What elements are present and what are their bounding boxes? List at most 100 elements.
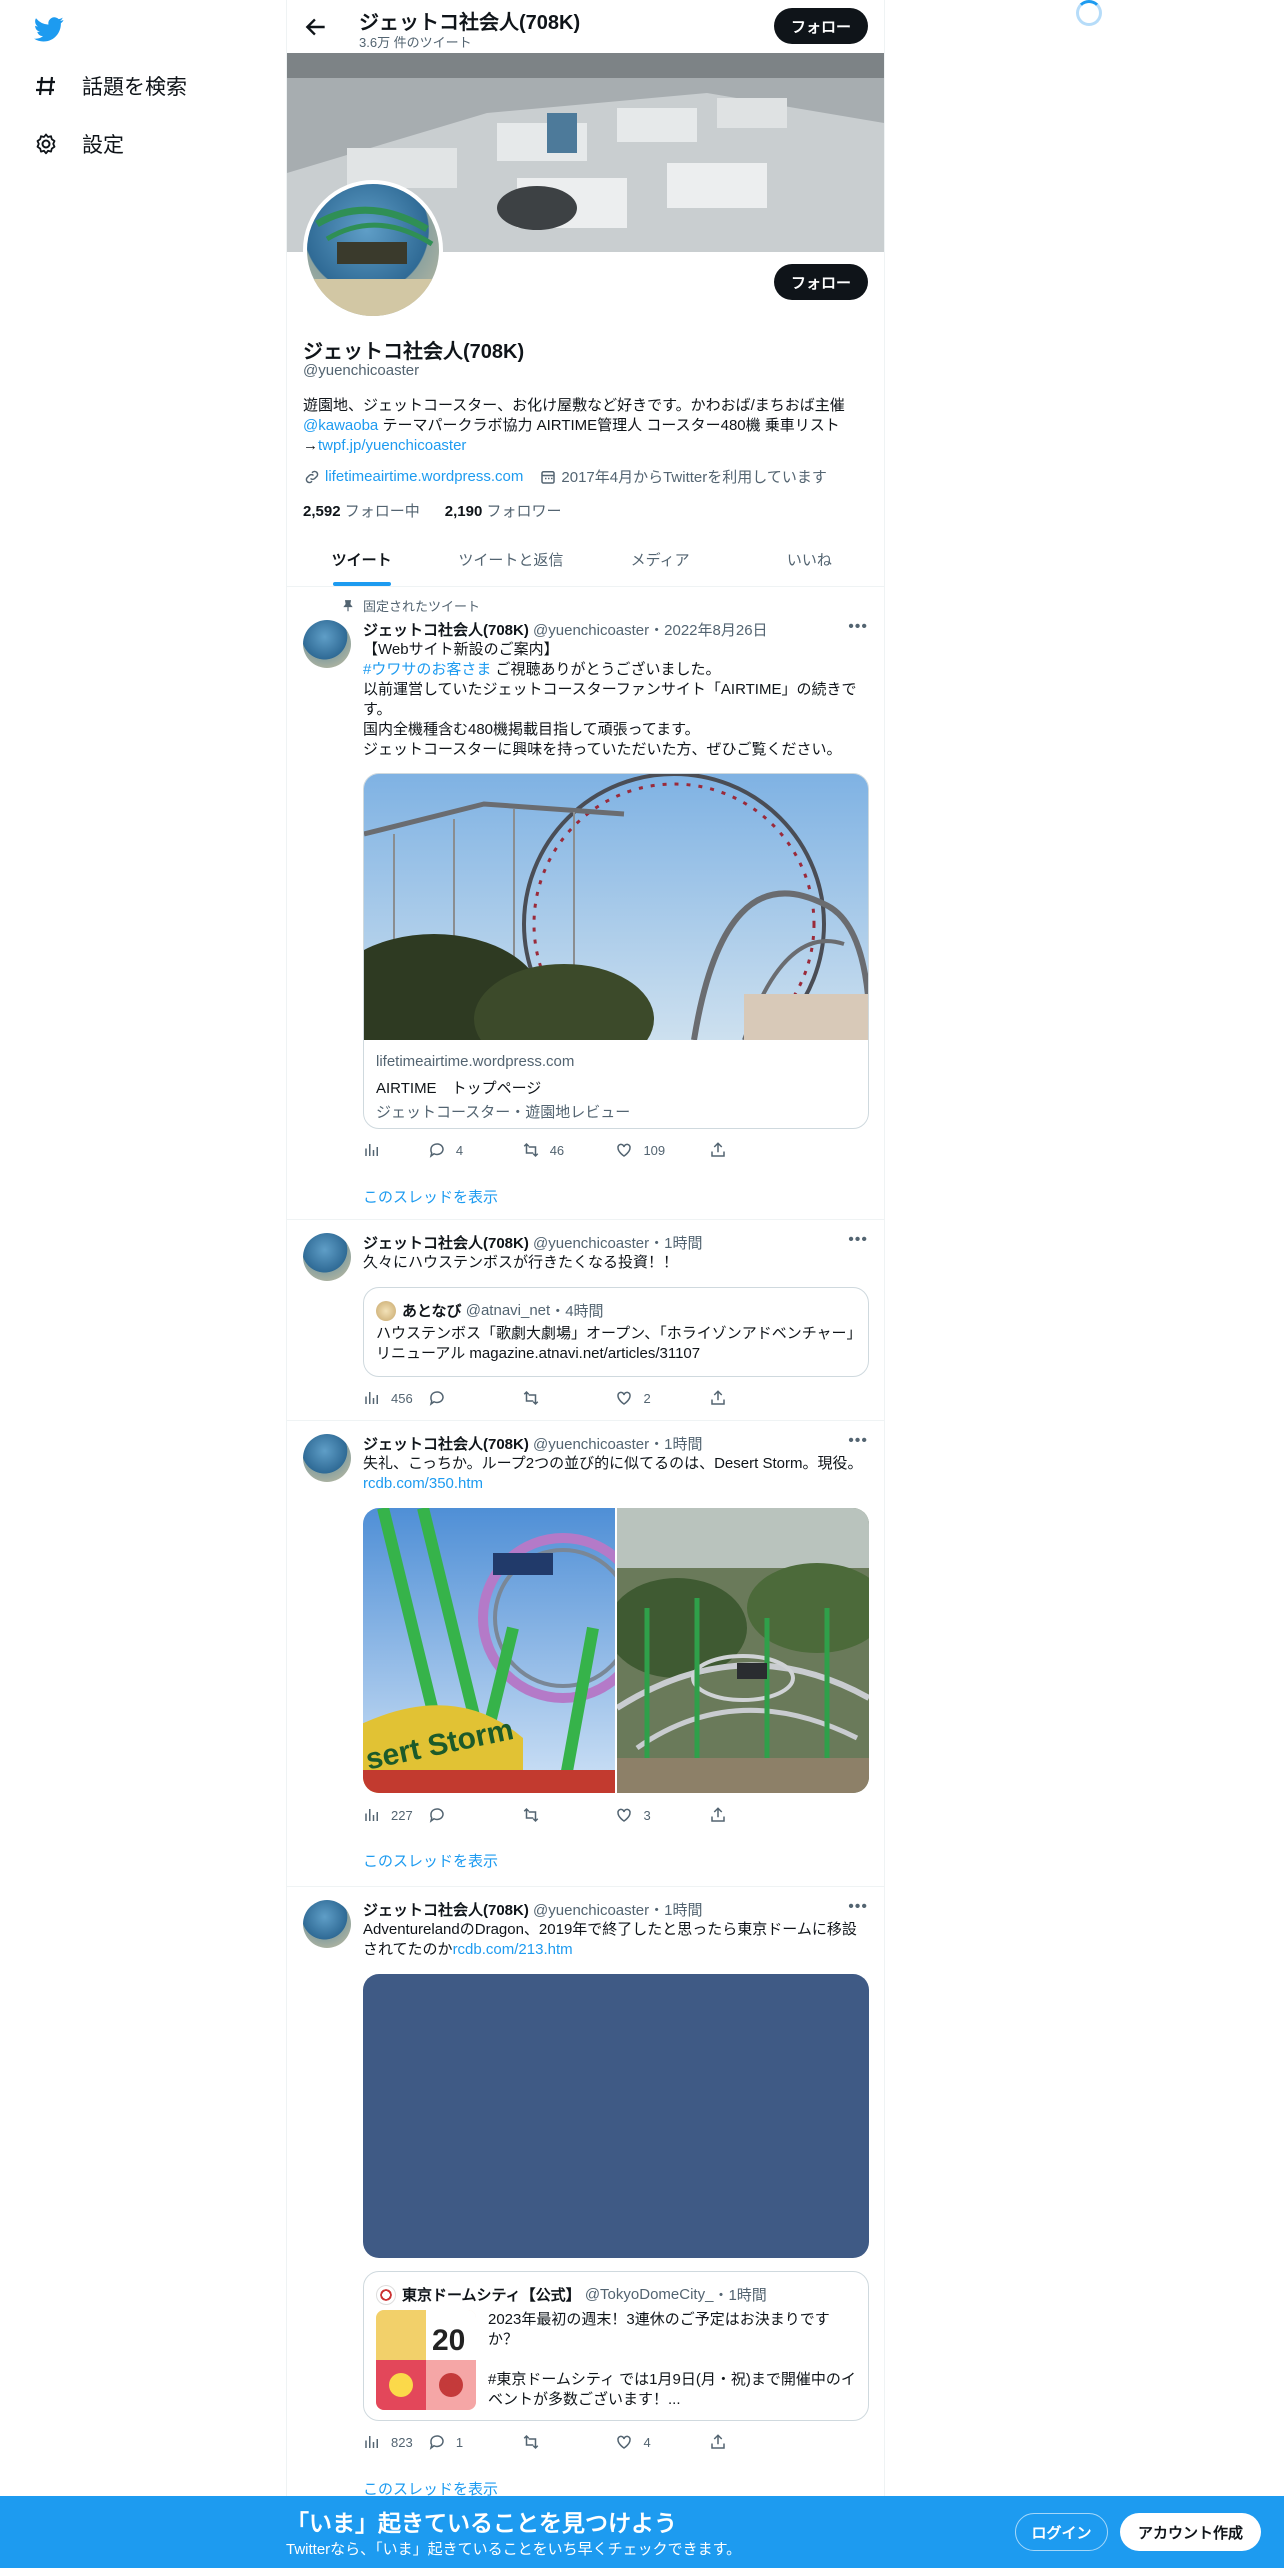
show-thread-link[interactable]: このスレッドを表示 [363, 1850, 498, 1871]
like-count: 109 [643, 1142, 666, 1158]
tweet-author-name[interactable]: ジェットコ社会人(708K) [363, 1235, 529, 1252]
tweet-link[interactable]: rcdb.com/350.htm [363, 1475, 483, 1492]
profile-bio: 遊園地、ジェットコースター、お化け屋敷など好きです。かわおば/まちおば主催 @k… [303, 396, 868, 456]
tweet-text-line: 国内全機種含む480機掲載目指して頑張ってます。 [363, 721, 700, 738]
bio-text: 遊園地、ジェットコースター、お化け屋敷など好きです。かわおば/まちおば主催 [303, 397, 845, 414]
profile-topbar: ジェットコ社会人(708K) 3.6万 件のツイート フォロー [287, 0, 884, 53]
more-options-icon[interactable]: ••• [848, 1231, 868, 1249]
tweet[interactable]: 固定されたツイート ジェットコ社会人(708K) @yuenchicoaster… [287, 588, 884, 1220]
share-icon [711, 1390, 725, 1405]
tweet-author-name[interactable]: ジェットコ社会人(708K) [363, 1436, 529, 1453]
retweet-button[interactable]: 46 [522, 1141, 616, 1159]
views-button[interactable]: 227 [363, 1806, 428, 1824]
share-button[interactable] [709, 1389, 803, 1407]
tweet-author-handle[interactable]: @yuenchicoaster [533, 622, 649, 639]
bio-text: テーマパークラボ協力 AIRTIME管理人 コースター480機 乗車リスト [378, 417, 840, 434]
link-card[interactable]: lifetimeairtime.wordpress.com AIRTIME トッ… [363, 773, 869, 1129]
reply-icon [429, 2435, 444, 2450]
more-options-icon[interactable]: ••• [848, 618, 868, 636]
reply-count: 4 [455, 1142, 464, 1158]
quote-tweet[interactable]: 東京ドームシティ【公式】 @TokyoDomeCity_ ・1時間 20 2023… [363, 2271, 869, 2421]
retweet-button[interactable] [522, 2433, 616, 2451]
tweet-text-line: 以前運営していたジェットコースターファンサイト「AIRTIME」の続きです。 [363, 681, 857, 718]
share-icon [711, 1807, 725, 1822]
profile-follow-button[interactable]: フォロー [774, 264, 868, 300]
reply-button[interactable] [428, 1806, 522, 1824]
like-button[interactable]: 2 [615, 1389, 709, 1407]
tweet-time[interactable]: ・1時間 [649, 1902, 702, 1919]
bio-mention-link[interactable]: @kawaoba [303, 417, 378, 434]
tweet-author-handle[interactable]: @yuenchicoaster [533, 1902, 649, 1919]
show-thread-link[interactable]: このスレッドを表示 [363, 1186, 498, 1207]
tweet-header: ジェットコ社会人(708K) @yuenchicoaster・2022年8月26… [363, 619, 768, 640]
back-arrow-icon[interactable] [303, 14, 329, 40]
desert-storm-photo[interactable]: sert Storm [363, 1508, 615, 1793]
nav-settings[interactable]: 設定 [32, 124, 124, 164]
tweet[interactable]: ジェットコ社会人(708K) @yuenchicoaster・1時間 ••• A… [287, 1888, 884, 2498]
reply-button[interactable]: 1 [428, 2433, 522, 2451]
tweet-text: 久々にハウステンボスが行きたくなる投資！！ [363, 1254, 679, 1271]
more-options-icon[interactable]: ••• [848, 1898, 868, 1916]
share-button[interactable] [709, 2433, 803, 2451]
quote-author-name: あとなび [402, 1303, 462, 1320]
tab-media[interactable]: メディア [586, 533, 735, 586]
reply-button[interactable] [428, 1389, 522, 1407]
quote-tweet[interactable]: あとなび @atnavi_net ・4時間 ハウステンボス「歌劇大劇場」オープン、… [363, 1287, 869, 1377]
profile-avatar[interactable] [303, 180, 443, 320]
views-button[interactable]: 456 [363, 1389, 428, 1407]
hashtag-link[interactable]: #ウワサのお客さま [363, 661, 491, 678]
coaster-overview-photo[interactable] [617, 1508, 869, 1793]
bio-link[interactable]: twpf.jp/yuenchicoaster [318, 437, 466, 454]
tweet-author-name[interactable]: ジェットコ社会人(708K) [363, 1902, 529, 1919]
website-link[interactable]: lifetimeairtime.wordpress.com [325, 468, 523, 485]
tab-likes[interactable]: いいね [735, 533, 884, 586]
tweet-time[interactable]: ・2022年8月26日 [649, 622, 767, 639]
following-count: 2,592 [303, 503, 341, 520]
retweet-button[interactable] [522, 1389, 616, 1407]
views-button[interactable] [363, 1141, 428, 1159]
tweet-photo-grid[interactable]: sert Storm [363, 1508, 869, 1793]
twitter-logo-icon[interactable] [32, 14, 66, 44]
nav-explore-label: 話題を検索 [82, 76, 187, 99]
quote-thumbnail: 20 [376, 2310, 476, 2410]
tweet[interactable]: ジェットコ社会人(708K) @yuenchicoaster・1時間 ••• 失… [287, 1422, 884, 1887]
retweet-icon [523, 1807, 538, 1823]
main-column: ジェットコ社会人(708K) 3.6万 件のツイート フォロー フォロー ジェッ… [286, 0, 885, 2568]
tweet[interactable]: ジェットコ社会人(708K) @yuenchicoaster・1時間 ••• 久… [287, 1221, 884, 1421]
quote-text-line: 2023年最初の週末！3連休のご予定はお決まりですか？ [488, 2311, 830, 2348]
header-follow-button[interactable]: フォロー [774, 8, 868, 44]
reply-button[interactable]: 4 [428, 1141, 522, 1159]
tab-tweets-replies[interactable]: ツイートと返信 [436, 533, 585, 586]
retweet-button[interactable] [522, 1806, 616, 1824]
share-button[interactable] [709, 1141, 803, 1159]
tab-tweets[interactable]: ツイート [287, 533, 436, 586]
quote-text: 2023年最初の週末！3連休のご予定はお決まりですか？ #東京ドームシティ では… [488, 2310, 858, 2410]
like-button[interactable]: 109 [615, 1141, 709, 1159]
login-button[interactable]: ログイン [1015, 2513, 1108, 2551]
tweet-time[interactable]: ・1時間 [649, 1235, 702, 1252]
tweet-author-handle[interactable]: @yuenchicoaster [533, 1436, 649, 1453]
like-count: 4 [643, 2434, 651, 2450]
tweet-avatar[interactable] [303, 1900, 351, 1948]
like-count: 3 [643, 1807, 651, 1823]
media-placeholder[interactable] [363, 1974, 869, 2258]
tweet-avatar[interactable] [303, 1434, 351, 1482]
tweet-time[interactable]: ・1時間 [649, 1436, 702, 1453]
views-button[interactable]: 823 [363, 2433, 428, 2451]
tweet-text: AdventurelandのDragon、2019年で終了したと思ったら東京ドー… [363, 1920, 868, 1960]
more-options-icon[interactable]: ••• [848, 1432, 868, 1450]
followers-link[interactable]: 2,190 フォロワー [445, 503, 562, 520]
tweet-avatar[interactable] [303, 620, 351, 668]
like-button[interactable]: 4 [615, 2433, 709, 2451]
tweet-avatar[interactable] [303, 1233, 351, 1281]
create-account-button[interactable]: アカウント作成 [1120, 2513, 1261, 2551]
nav-explore[interactable]: 話題を検索 [32, 66, 187, 106]
following-link[interactable]: 2,592 フォロー中 [303, 503, 420, 520]
tweet-text-line: 失礼、こっちか。ループ2つの並び的に似てるのは、Desert Storm。現役。 [363, 1455, 863, 1472]
tweet-author-name[interactable]: ジェットコ社会人(708K) [363, 622, 529, 639]
follow-stats: 2,592 フォロー中 2,190 フォロワー [303, 500, 561, 521]
tweet-author-handle[interactable]: @yuenchicoaster [533, 1235, 649, 1252]
share-button[interactable] [709, 1806, 803, 1824]
tweet-link[interactable]: rcdb.com/213.htm [453, 1941, 573, 1958]
like-button[interactable]: 3 [615, 1806, 709, 1824]
